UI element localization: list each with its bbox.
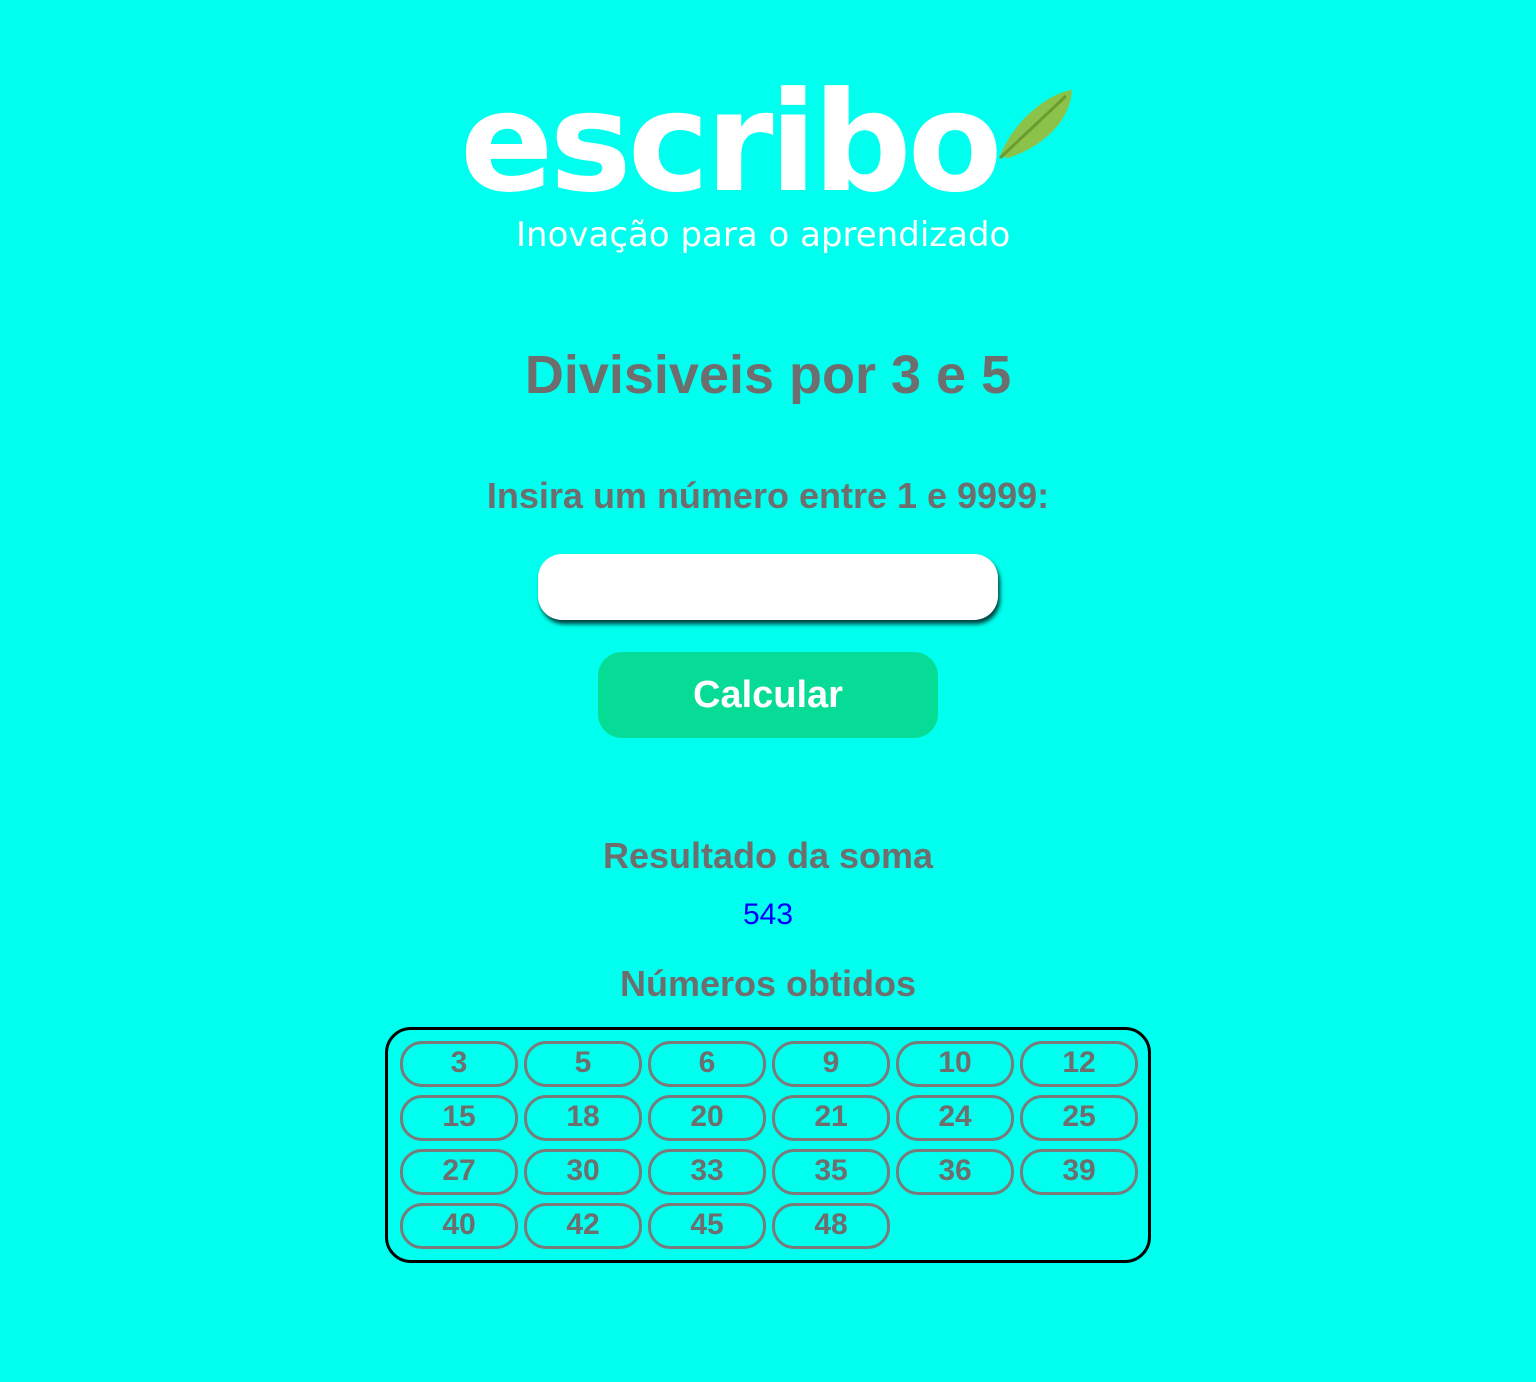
number-chip: 33	[648, 1149, 766, 1195]
obtained-numbers-list: 3 5 6 9 10 12 15 18 20 21 24 25 27 30 33…	[385, 1027, 1151, 1263]
number-input[interactable]	[538, 554, 998, 620]
number-chip: 45	[648, 1203, 766, 1249]
number-chip: 36	[896, 1149, 1014, 1195]
number-chip: 30	[524, 1149, 642, 1195]
number-chip: 20	[648, 1095, 766, 1141]
number-chip: 6	[648, 1041, 766, 1087]
number-chip: 15	[400, 1095, 518, 1141]
sum-result-value: 543	[742, 898, 794, 931]
number-chip: 3	[400, 1041, 518, 1087]
escribo-logo-graphic: escribo Inovação para o aprendizado	[460, 78, 1072, 255]
number-chip: 35	[772, 1149, 890, 1195]
number-chip: 42	[524, 1203, 642, 1249]
number-chip: 10	[896, 1041, 1014, 1087]
obtained-numbers-label: Números obtidos	[619, 963, 916, 1004]
sum-result-label: Resultado da soma	[602, 835, 934, 876]
logo-wordmark: escribo	[460, 78, 999, 223]
number-chip: 27	[400, 1149, 518, 1195]
number-chip: 25	[1020, 1095, 1138, 1141]
number-chip: 48	[772, 1203, 890, 1249]
leaf-icon	[998, 90, 1072, 160]
escribo-logo: escribo Inovação para o aprendizado	[460, 78, 1080, 263]
number-chip: 5	[524, 1041, 642, 1087]
number-chip: 12	[1020, 1041, 1138, 1087]
number-prompt-label: Insira um número entre 1 e 9999:	[486, 475, 1050, 516]
logo-tagline: Inovação para o aprendizado	[516, 215, 1010, 255]
calculate-button[interactable]: Calcular	[598, 652, 938, 738]
obtained-numbers-grid: 3 5 6 9 10 12 15 18 20 21 24 25 27 30 33…	[400, 1041, 1138, 1249]
number-chip: 39	[1020, 1149, 1138, 1195]
page-title: Divisiveis por 3 e 5	[524, 345, 1012, 405]
number-chip: 40	[400, 1203, 518, 1249]
number-chip: 24	[896, 1095, 1014, 1141]
number-chip: 21	[772, 1095, 890, 1141]
number-chip: 18	[524, 1095, 642, 1141]
number-chip: 9	[772, 1041, 890, 1087]
